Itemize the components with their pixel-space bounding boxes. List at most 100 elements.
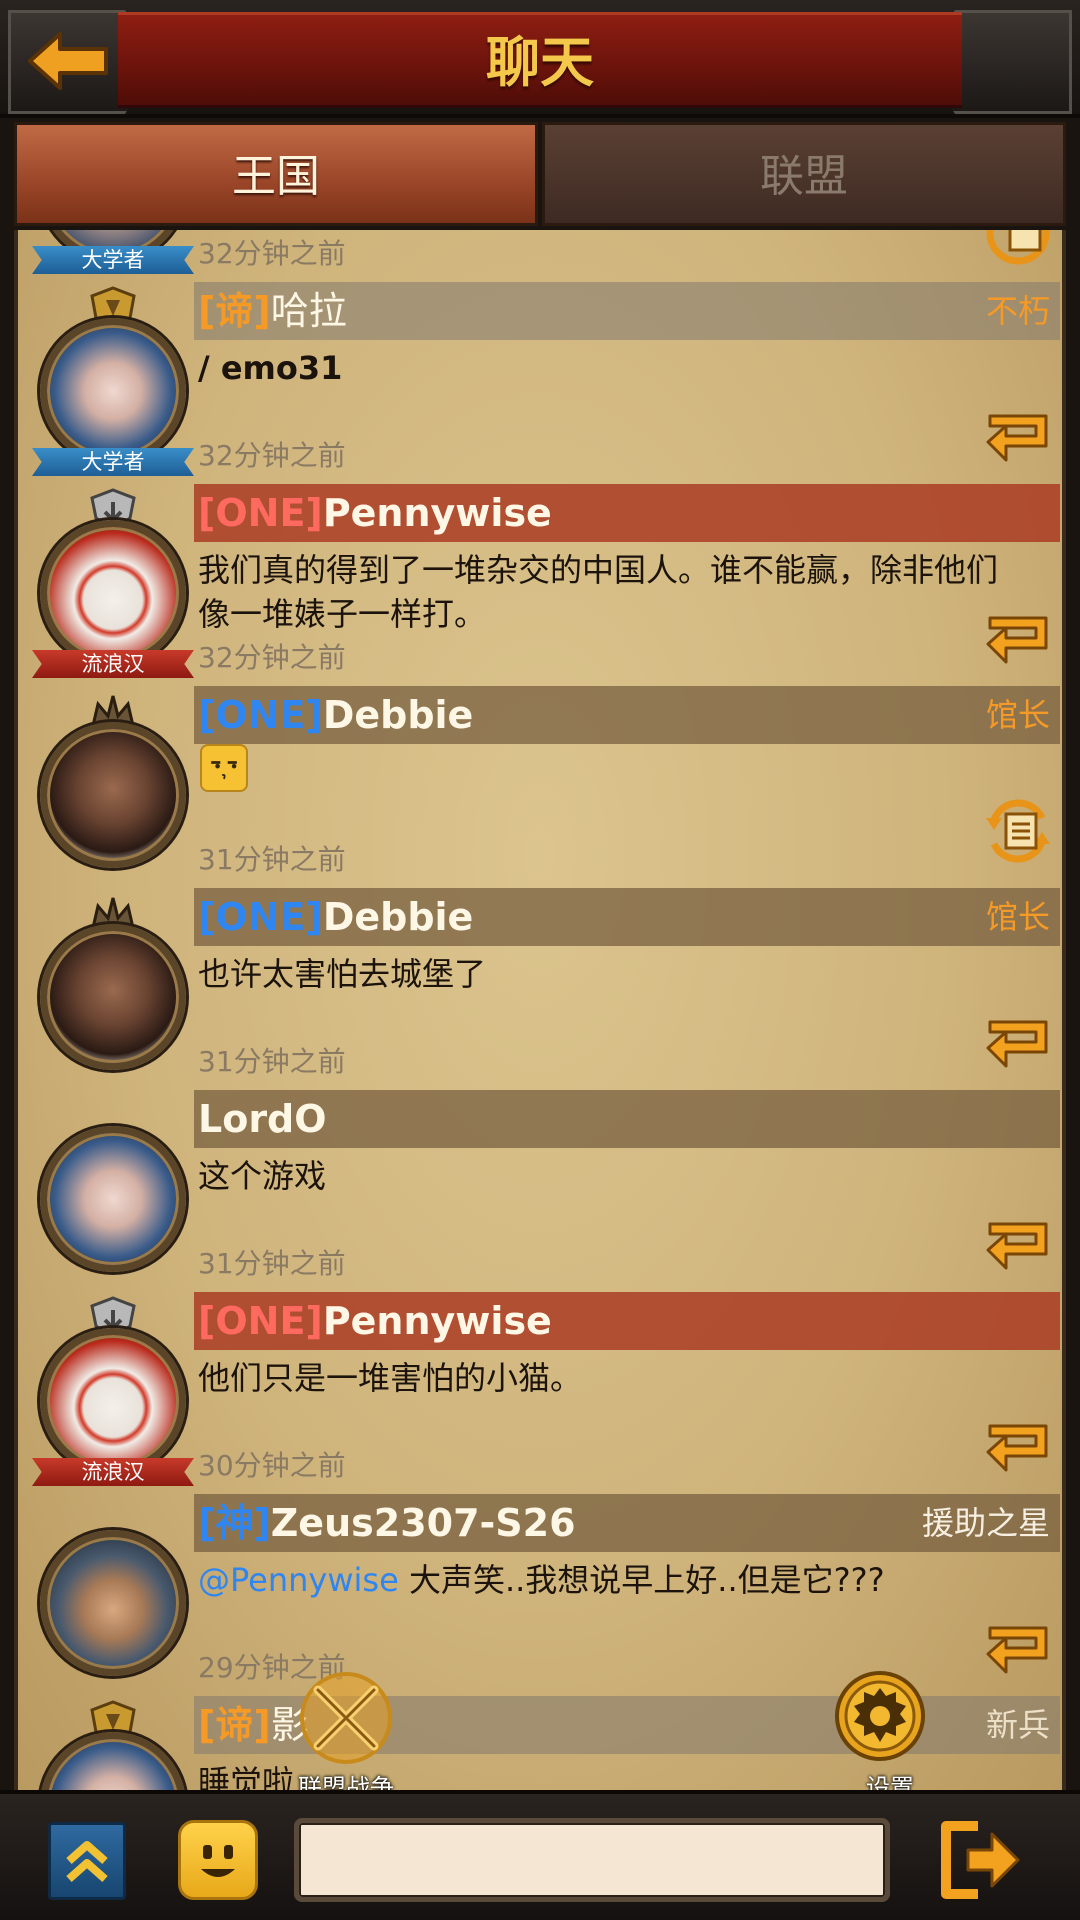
rank-badge: 大学者 <box>32 246 194 274</box>
alliance-tag: [谛] <box>198 289 271 333</box>
chat-message-input[interactable] <box>294 1818 890 1902</box>
player-title: 馆长 <box>985 898 1050 936</box>
send-icon[interactable] <box>934 1816 1024 1904</box>
player-title: 援助之星 <box>921 1504 1050 1542</box>
sender-name: Pennywise <box>322 491 552 535</box>
avatar-frame: 流浪汉 <box>28 1292 198 1494</box>
avatar-frame <box>28 1494 198 1696</box>
message-text: 这个游戏 <box>198 1157 327 1195</box>
sender-name: Pennywise <box>322 1299 552 1343</box>
player-title: 不朽 <box>985 292 1050 330</box>
rank-badge: 流浪汉 <box>32 650 194 678</box>
chat-tabs: 王国 联盟 <box>14 122 1066 230</box>
avatar[interactable] <box>40 722 186 868</box>
avatar-frame: 大学者 <box>28 230 198 282</box>
alliance-tag: [ONE] <box>198 1299 323 1343</box>
gear-icon <box>835 1671 925 1761</box>
sender-name: Debbie <box>322 895 474 939</box>
settings-label: 设置 <box>866 1774 914 1790</box>
reply-icon[interactable] <box>984 1418 1056 1476</box>
message-timestamp: 31分钟之前 <box>198 1247 346 1280</box>
sender-name: LordO <box>198 1097 327 1141</box>
page-title: 聊天 <box>486 31 594 94</box>
reply-icon[interactable] <box>984 408 1056 466</box>
avatar[interactable] <box>40 1126 186 1272</box>
title-banner: 聊天 <box>118 12 962 108</box>
avatar[interactable] <box>40 1530 186 1676</box>
chat-message: [ONE]Debbie 馆长 也许太害怕去城堡了 31分钟之前 <box>18 888 1062 1090</box>
message-body: 大声笑..我想说早上好..但是它??? <box>398 1561 885 1599</box>
message-timestamp: 32分钟之前 <box>198 641 346 674</box>
alliance-war-button[interactable]: 联盟战争 <box>286 1670 406 1790</box>
crossed-swords-icon <box>300 1672 392 1764</box>
sender-name-bar[interactable]: [ONE]Debbie 馆长 <box>194 686 1060 744</box>
chat-message: 大学者 32分钟之前 <box>18 230 1062 282</box>
player-title: 新兵 <box>985 1706 1050 1744</box>
message-text: 我们真的得到了一堆杂交的中国人。谁不能赢，除非他们像一堆婊子一样打。 <box>198 551 999 633</box>
emoji-sticker-icon <box>200 744 248 792</box>
reply-icon[interactable] <box>984 1620 1056 1678</box>
message-timestamp: 32分钟之前 <box>198 237 346 270</box>
message-text: / emo31 <box>198 349 343 387</box>
alliance-war-label: 联盟战争 <box>298 1774 394 1790</box>
sender-name-bar[interactable]: [谛]哈拉 不朽 <box>194 282 1060 340</box>
reply-icon[interactable] <box>984 1216 1056 1274</box>
rank-chevron-button[interactable] <box>48 1822 126 1900</box>
tab-alliance[interactable]: 联盟 <box>542 122 1066 226</box>
alliance-tag: [ONE] <box>198 895 323 939</box>
reply-icon[interactable] <box>984 1014 1056 1072</box>
chat-message: 流浪汉 [ONE]Pennywise 我们真的得到了一堆杂交的中国人。谁不能赢，… <box>18 484 1062 686</box>
avatar[interactable] <box>40 1732 186 1790</box>
double-chevron-up-icon <box>66 1841 108 1882</box>
alliance-tag: [ONE] <box>198 491 323 535</box>
avatar[interactable] <box>40 318 186 464</box>
sender-name: Zeus2307-S26 <box>270 1501 576 1545</box>
chat-message-list[interactable]: 大学者 32分钟之前 大学者 [谛]哈拉 不朽 / emo31 32分钟之前 流… <box>14 230 1066 1790</box>
message-timestamp: 31分钟之前 <box>198 843 346 876</box>
chat-message: [ONE]Debbie 馆长 31分钟之前 <box>18 686 1062 888</box>
player-title: 馆长 <box>985 696 1050 734</box>
message-timestamp: 31分钟之前 <box>198 1045 346 1078</box>
sender-name-bar[interactable]: [神]Zeus2307-S26 援助之星 <box>194 1494 1060 1552</box>
avatar-frame: 流浪汉 <box>28 484 198 686</box>
chat-message: [神]Zeus2307-S26 援助之星 @Pennywise 大声笑..我想说… <box>18 1494 1062 1696</box>
message-text: 也许太害怕去城堡了 <box>198 955 487 993</box>
sender-name: 哈拉 <box>270 289 347 333</box>
message-text: @Pennywise 大声笑..我想说早上好..但是它??? <box>198 1558 1018 1602</box>
avatar-frame <box>28 888 198 1090</box>
avatar-frame <box>28 1090 198 1292</box>
sender-name-bar[interactable]: [ONE]Debbie 馆长 <box>194 888 1060 946</box>
translate-icon[interactable] <box>980 796 1056 866</box>
tab-kingdom[interactable]: 王国 <box>14 122 538 226</box>
rank-badge: 大学者 <box>32 448 194 476</box>
alliance-tag: [谛] <box>198 1703 271 1747</box>
translate-icon[interactable] <box>980 230 1056 268</box>
chat-message: LordO 这个游戏 31分钟之前 <box>18 1090 1062 1292</box>
sender-name: Debbie <box>322 693 474 737</box>
sender-name-bar[interactable]: [ONE]Pennywise <box>194 484 1060 542</box>
avatar[interactable] <box>40 924 186 1070</box>
avatar[interactable] <box>40 520 186 666</box>
reply-icon[interactable] <box>984 610 1056 668</box>
settings-button[interactable]: 设置 <box>830 1670 930 1790</box>
avatar-frame: 大学者 <box>28 282 198 484</box>
avatar-frame <box>28 686 198 888</box>
rank-badge: 流浪汉 <box>32 1458 194 1486</box>
top-bar: 聊天 <box>0 0 1080 118</box>
sender-name-bar[interactable]: [ONE]Pennywise <box>194 1292 1060 1350</box>
message-timestamp: 32分钟之前 <box>198 439 346 472</box>
emoji-button[interactable] <box>178 1820 258 1900</box>
sender-name-bar[interactable]: LordO <box>194 1090 1060 1148</box>
chat-message: 大学者 [谛]哈拉 不朽 / emo31 32分钟之前 <box>18 282 1062 484</box>
smiley-face-icon <box>201 1845 235 1877</box>
message-text: 他们只是一堆害怕的小猫。 <box>198 1359 583 1397</box>
mention-link[interactable]: @Pennywise <box>198 1561 399 1599</box>
bottom-input-bar <box>0 1790 1080 1920</box>
back-arrow-icon[interactable] <box>26 30 110 92</box>
alliance-tag: [ONE] <box>198 693 323 737</box>
alliance-tag: [神] <box>198 1501 271 1545</box>
avatar-frame <box>28 1696 198 1790</box>
avatar[interactable] <box>40 1328 186 1474</box>
message-timestamp: 30分钟之前 <box>198 1449 346 1482</box>
chat-message: 流浪汉 [ONE]Pennywise 他们只是一堆害怕的小猫。 30分钟之前 <box>18 1292 1062 1494</box>
